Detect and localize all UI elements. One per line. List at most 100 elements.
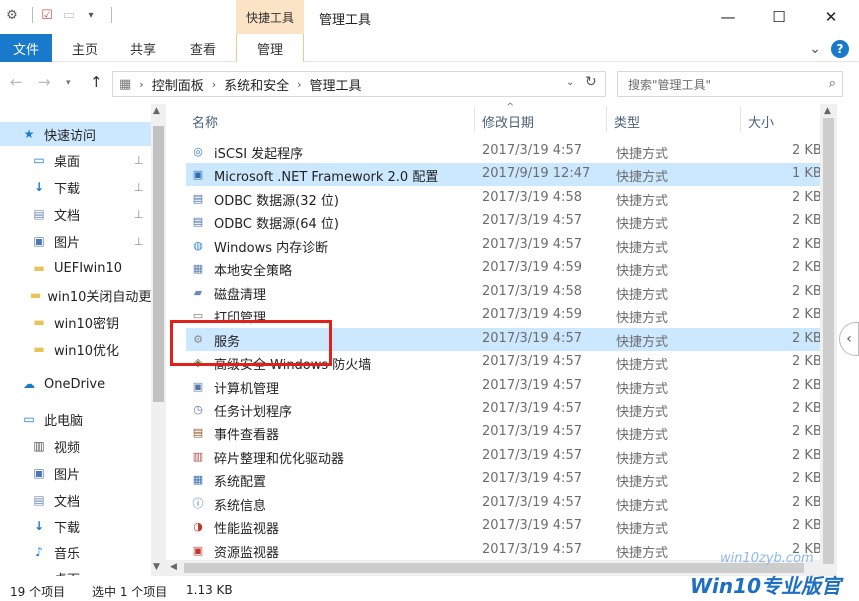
address-dropdown-icon[interactable]: ⌄ <box>566 77 574 88</box>
collapse-pane-chevron-icon[interactable]: ‹ <box>839 322 859 356</box>
nav-item-quick-access[interactable]: ★ 快速访问 <box>0 122 151 146</box>
nav-item-desktop[interactable]: ▭ 桌面 <box>0 566 151 576</box>
breadcrumb-control-panel[interactable]: 控制面板 <box>152 75 204 94</box>
iscsi-icon: ◎ <box>193 145 203 158</box>
nav-item-videos[interactable]: ▥ 视频 <box>0 434 151 458</box>
minimize-button[interactable]: — <box>705 0 751 34</box>
nav-item-downloads[interactable]: ↓ 下载 ⊥ <box>0 175 151 199</box>
file-row[interactable]: ▦ 系统配置 2017/3/19 4:57 快捷方式 2 KB <box>186 468 822 491</box>
column-header-date[interactable]: 修改日期 <box>482 112 534 131</box>
file-row[interactable]: ▰ 磁盘清理 2017/3/19 4:58 快捷方式 2 KB <box>186 281 822 304</box>
address-bar[interactable]: ▦ › 控制面板 › 系统和安全 › 管理工具 <box>112 71 606 97</box>
pin-icon[interactable]: ⊥ <box>134 235 144 248</box>
nav-item-documents[interactable]: ▤ 文档 ⊥ <box>0 202 151 226</box>
defrag-icon: ▥ <box>192 449 204 463</box>
nav-item-desktop[interactable]: ▭ 桌面 ⊥ <box>0 148 151 172</box>
nav-item-folder[interactable]: ▬ UEFIwin10 <box>0 256 151 280</box>
help-icon[interactable]: ? <box>831 40 849 58</box>
ribbon-expand-icon[interactable]: ⌄ <box>809 41 821 57</box>
pictures-icon: ▣ <box>33 466 45 480</box>
pin-icon[interactable]: ⊥ <box>134 181 144 194</box>
file-row[interactable]: ▦ 本地安全策略 2017/3/19 4:59 快捷方式 2 KB <box>186 257 822 280</box>
file-name: 性能监视器 <box>214 522 280 538</box>
breadcrumb-system-security[interactable]: 系统和安全 <box>224 75 289 94</box>
scroll-down-icon[interactable]: ▼ <box>153 562 160 572</box>
pin-icon[interactable]: ⊥ <box>134 208 144 221</box>
tab-file[interactable]: 文件 <box>0 34 52 62</box>
nav-item-documents[interactable]: ▤ 文档 <box>0 488 151 512</box>
file-size: 2 KB <box>792 424 822 440</box>
nav-scrollbar[interactable]: ▲ ▼ <box>151 104 166 576</box>
pin-icon[interactable]: ⊥ <box>134 154 144 167</box>
column-separator[interactable] <box>606 106 607 132</box>
search-icon[interactable]: ⌕ <box>829 76 836 91</box>
file-row[interactable]: ▥ 碎片整理和优化驱动器 2017/3/19 4:57 快捷方式 2 KB <box>186 445 822 468</box>
toolbar-separator <box>111 7 112 23</box>
file-row[interactable]: ⓘ 系统信息 2017/3/19 4:57 快捷方式 2 KB <box>186 492 822 515</box>
file-row[interactable]: ◷ 任务计划程序 2017/3/19 4:57 快捷方式 2 KB <box>186 398 822 421</box>
file-row[interactable]: ▤ 事件查看器 2017/3/19 4:57 快捷方式 2 KB <box>186 421 822 444</box>
nav-item-folder[interactable]: ▬ win10优化 <box>0 337 151 361</box>
checkmark-icon[interactable]: ☑ <box>39 7 55 23</box>
file-row[interactable]: ▣ 计算机管理 2017/3/19 4:57 快捷方式 2 KB <box>186 375 822 398</box>
file-modified-date: 2017/3/19 4:57 <box>482 354 582 370</box>
file-type: 快捷方式 <box>616 404 669 420</box>
nav-item-folder[interactable]: ▬ win10密钥 <box>0 310 151 334</box>
nav-item-pictures[interactable]: ▣ 图片 <box>0 461 151 485</box>
column-header-size[interactable]: 大小 <box>748 112 774 131</box>
column-header-name[interactable]: 名称 <box>192 112 218 131</box>
dotnet-icon: ▣ <box>192 168 204 182</box>
nav-item-music[interactable]: ♪ 音乐 <box>0 540 151 564</box>
file-row[interactable]: ▤ ODBC 数据源(64 位) 2017/3/19 4:57 快捷方式 2 KB <box>186 210 822 233</box>
breadcrumb-chevron-icon[interactable]: › <box>139 78 143 91</box>
nav-item-downloads[interactable]: ↓ 下载 <box>0 514 151 538</box>
breadcrumb-chevron-icon[interactable]: › <box>297 78 301 91</box>
column-separator[interactable] <box>740 106 741 132</box>
scroll-up-icon[interactable]: ▲ <box>824 106 831 116</box>
file-modified-date: 2017/3/19 4:57 <box>482 424 582 440</box>
tab-view[interactable]: 查看 <box>180 34 226 62</box>
tab-home[interactable]: 主页 <box>62 34 108 62</box>
scroll-up-icon[interactable]: ▲ <box>153 106 160 116</box>
star-icon: ★ <box>23 127 35 141</box>
refresh-icon[interactable]: ↻ <box>585 74 597 90</box>
performance-monitor-icon: ◑ <box>193 520 203 534</box>
breadcrumb-chevron-icon[interactable]: › <box>212 78 216 91</box>
up-arrow-icon[interactable]: ↑ <box>90 73 103 91</box>
nav-scrollbar-thumb[interactable] <box>153 126 164 402</box>
tab-manage[interactable]: 管理 <box>236 34 304 62</box>
tab-share[interactable]: 共享 <box>120 34 166 62</box>
file-row[interactable]: ◑ 性能监视器 2017/3/19 4:57 快捷方式 2 KB <box>186 515 822 538</box>
nav-item-onedrive[interactable]: ☁ OneDrive <box>0 372 151 396</box>
back-arrow-icon[interactable]: ← <box>10 73 23 91</box>
properties-icon[interactable]: ⚙ <box>4 7 20 23</box>
nav-item-folder[interactable]: ▬ win10关闭自动更 <box>0 283 151 307</box>
recent-locations-icon[interactable]: ▾ <box>66 78 71 88</box>
close-button[interactable]: ✕ <box>808 0 854 34</box>
file-modified-date: 2017/3/19 4:57 <box>482 143 582 158</box>
column-header-type[interactable]: 类型 <box>614 112 640 131</box>
file-row[interactable]: ▣ Microsoft .NET Framework 2.0 配置 2017/9/1… <box>186 163 822 187</box>
nav-item-this-pc[interactable]: ▭ 此电脑 <box>0 407 151 431</box>
forward-arrow-icon[interactable]: → <box>38 73 51 91</box>
file-list-scrollbar[interactable]: ▲ <box>820 104 837 576</box>
file-row[interactable]: ▤ ODBC 数据源(32 位) 2017/3/19 4:58 快捷方式 2 KB <box>186 187 822 210</box>
file-list-scrollbar-thumb[interactable] <box>823 118 834 564</box>
file-name: ODBC 数据源(64 位) <box>214 217 339 233</box>
customize-dropdown-icon[interactable]: ▾ <box>83 7 99 23</box>
column-separator[interactable] <box>474 106 475 132</box>
new-folder-icon[interactable]: ▭ <box>61 7 77 23</box>
scroll-left-icon[interactable]: ◀ <box>170 562 177 572</box>
watermark-url: win10zyb.com <box>720 551 814 566</box>
nav-item-pictures[interactable]: ▣ 图片 ⊥ <box>0 229 151 253</box>
file-row[interactable]: ◎ iSCSI 发起程序 2017/3/19 4:57 快捷方式 2 KB <box>186 140 822 163</box>
system-config-icon: ▦ <box>192 473 204 487</box>
file-name: 系统信息 <box>214 498 267 514</box>
file-row[interactable]: ◍ Windows 内存诊断 2017/3/19 4:57 快捷方式 2 KB <box>186 234 822 257</box>
file-size: 2 KB <box>792 471 822 487</box>
breadcrumb-admin-tools[interactable]: 管理工具 <box>310 75 362 94</box>
file-type: 快捷方式 <box>616 147 669 162</box>
maximize-button[interactable]: ☐ <box>756 0 802 34</box>
file-modified-date: 2017/3/19 4:57 <box>482 400 582 416</box>
search-input[interactable]: 搜索"管理工具" ⌕ <box>617 71 843 97</box>
